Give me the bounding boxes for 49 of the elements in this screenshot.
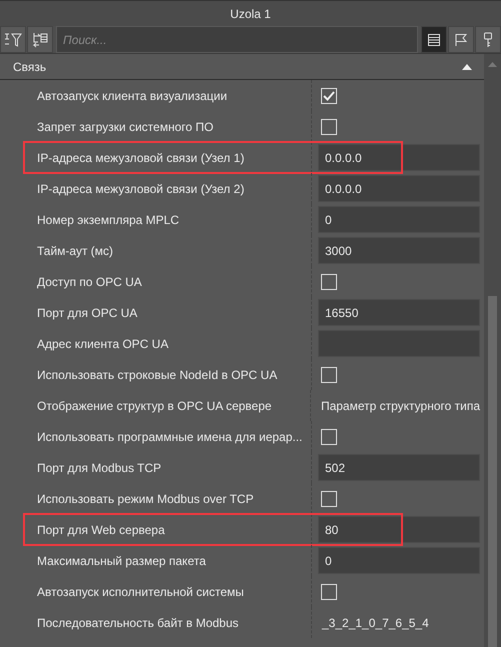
checkbox[interactable] xyxy=(321,274,337,290)
property-label: Запрет загрузки системного ПО xyxy=(36,118,214,134)
property-label: IP-адреса межузловой связи (Узел 1) xyxy=(36,150,246,166)
property-label: Использовать режим Modbus over TCP xyxy=(36,490,255,506)
property-label: Использовать строковые NodeId в OPC UA xyxy=(36,366,278,382)
checkbox[interactable] xyxy=(321,118,337,134)
property-label: Использовать программные имена для иерар... xyxy=(36,428,304,444)
property-label: Номер экземпляра MPLC xyxy=(36,212,180,228)
property-label: Порт для Web сервера xyxy=(36,522,166,538)
property-label: Адрес клиента OPC UA xyxy=(36,336,170,352)
property-label: Порт для Modbus TCP xyxy=(36,460,162,476)
tree-toggle-button[interactable] xyxy=(27,26,53,53)
value-field[interactable]: 0.0.0.0 xyxy=(318,175,480,202)
view-button[interactable] xyxy=(448,26,474,53)
property-label: Последовательность байт в Modbus xyxy=(36,614,240,630)
value-field[interactable]: 0 xyxy=(318,206,480,233)
checkbox[interactable] xyxy=(321,490,337,506)
value-field[interactable]: 0 xyxy=(318,547,480,574)
flag-icon xyxy=(454,32,468,46)
scrollbar[interactable] xyxy=(484,54,501,647)
value-field[interactable]: 3000 xyxy=(318,237,480,264)
search-field[interactable]: Поиск... xyxy=(56,26,418,53)
checkbox[interactable] xyxy=(321,88,337,104)
property-label: Автозапуск клиента визуализации xyxy=(36,88,228,104)
property-label: IP-адреса межузловой связи (Узел 2) xyxy=(36,180,246,196)
property-label: Тайм-аут (мс) xyxy=(36,242,114,258)
list-icon xyxy=(427,32,441,46)
property-label: Отображение структур в OPC UA сервере xyxy=(36,398,273,414)
window-title: Uzola 1 xyxy=(0,0,501,26)
property-label: Максимальный размер пакета xyxy=(36,552,207,568)
section-title: Связь xyxy=(13,60,46,74)
view-button[interactable] xyxy=(421,26,447,53)
checkbox[interactable] xyxy=(321,428,337,444)
property-value: Параметр структурного типа xyxy=(320,398,480,412)
view-button[interactable] xyxy=(475,26,501,53)
checkbox[interactable] xyxy=(321,584,337,600)
property-label: Порт для OPC UA xyxy=(36,304,138,320)
sort-filter-button[interactable] xyxy=(0,26,26,53)
property-label: Автозапуск исполнительной системы xyxy=(36,584,245,600)
value-field[interactable]: 80 xyxy=(318,516,480,543)
sort-filter-icon xyxy=(4,32,22,48)
property-value: _3_2_1_0_7_6_5_4 xyxy=(320,616,429,630)
property-label: Доступ по OPC UA xyxy=(36,274,143,290)
value-field[interactable]: 16550 xyxy=(318,299,480,326)
checkbox[interactable] xyxy=(321,366,337,382)
key-icon xyxy=(483,32,493,48)
tree-arrows-icon xyxy=(32,32,48,48)
value-field[interactable]: 502 xyxy=(318,454,480,481)
value-field[interactable]: 0.0.0.0 xyxy=(318,144,480,171)
